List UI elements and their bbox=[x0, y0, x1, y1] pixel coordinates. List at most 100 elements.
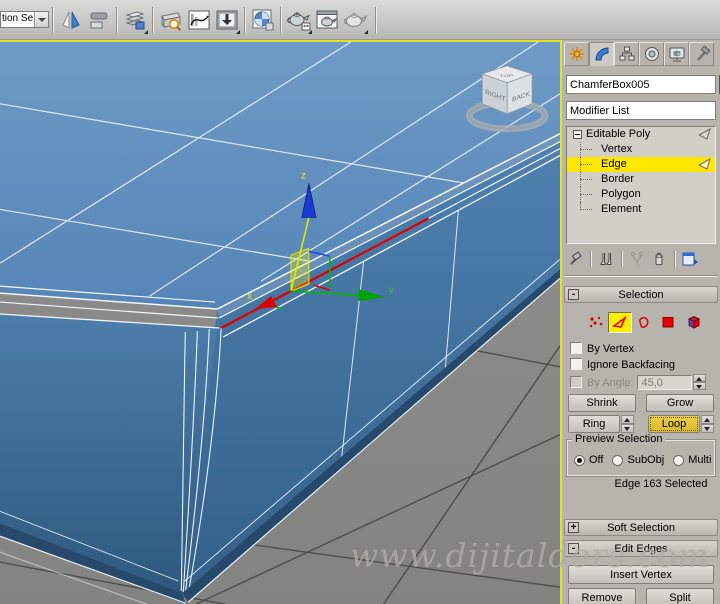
pin-stack-button[interactable] bbox=[564, 249, 586, 269]
radio-multi[interactable] bbox=[673, 454, 685, 466]
3dsmax-window: { "toolbar": { "selection_set_value": "t… bbox=[0, 0, 720, 604]
toolbox-magnifier-icon bbox=[161, 11, 182, 31]
remove-button[interactable]: Remove bbox=[568, 588, 636, 604]
border-mode-button[interactable] bbox=[632, 312, 656, 333]
toolbar-separator bbox=[590, 251, 591, 267]
grow-button[interactable]: Grow bbox=[646, 394, 714, 412]
rendered-frame-window-button[interactable] bbox=[313, 5, 341, 35]
loop-spinner[interactable] bbox=[701, 415, 714, 433]
make-unique-icon bbox=[630, 251, 644, 265]
tab-utilities[interactable] bbox=[689, 42, 714, 66]
perspective-viewport[interactable]: z x y TOP RIGHT BACK bbox=[0, 40, 562, 604]
render-production-button[interactable] bbox=[341, 5, 369, 35]
curve-editor-button[interactable] bbox=[185, 5, 213, 35]
preview-off-option[interactable]: Off bbox=[574, 454, 603, 466]
vertex-mode-button[interactable] bbox=[584, 312, 608, 333]
stack-row-edge[interactable]: Edge bbox=[567, 157, 715, 172]
by-vertex-row: By Vertex bbox=[570, 341, 720, 355]
modifier-stack: Editable Poly Vertex Edge Border Polygon… bbox=[566, 126, 716, 244]
gizmo-x-label: x bbox=[247, 291, 252, 302]
toolbar-separator bbox=[280, 6, 282, 33]
selection-rollout-header[interactable]: - Selection bbox=[564, 286, 718, 303]
main-toolbar: tion Se bbox=[0, 0, 720, 40]
modifier-list-label: Modifier List bbox=[570, 104, 630, 117]
preview-subobj-option[interactable]: SubObj bbox=[612, 454, 664, 466]
curve-editor-icon bbox=[188, 10, 210, 29]
graphite-tools-button[interactable] bbox=[157, 5, 185, 35]
material-editor-button[interactable] bbox=[249, 5, 277, 35]
panel-divider bbox=[564, 275, 718, 277]
layer-manager-button[interactable] bbox=[121, 5, 149, 35]
subobject-mode-row bbox=[584, 310, 720, 334]
remove-modifier-icon bbox=[655, 252, 663, 266]
shrink-button[interactable]: Shrink bbox=[568, 394, 636, 412]
tab-hierarchy[interactable] bbox=[614, 42, 639, 66]
stack-row-polygon[interactable]: Polygon bbox=[567, 187, 715, 202]
ring-button[interactable]: Ring bbox=[568, 415, 620, 433]
gizmo-z-label: z bbox=[301, 171, 306, 182]
create-icon bbox=[569, 47, 584, 61]
edge-mode-button[interactable] bbox=[608, 311, 632, 333]
show-end-result-icon bbox=[600, 253, 612, 265]
selection-set-value: tion Se bbox=[1, 12, 34, 27]
viewcube-top-label: TOP bbox=[499, 74, 513, 78]
stack-row-element[interactable]: Element bbox=[567, 202, 715, 217]
gizmo-y-label: y bbox=[389, 285, 394, 296]
preview-selection-group: Preview Selection Off SubObj Multi bbox=[566, 433, 716, 477]
mirror-button[interactable] bbox=[57, 5, 85, 35]
remove-modifier-button[interactable] bbox=[648, 249, 670, 269]
render-setup-button[interactable] bbox=[285, 5, 313, 35]
soft-selection-rollout-header[interactable]: + Soft Selection bbox=[564, 519, 718, 536]
schematic-view-button[interactable] bbox=[213, 5, 241, 35]
tab-display[interactable] bbox=[664, 42, 689, 66]
chevron-down-icon[interactable] bbox=[34, 12, 48, 27]
stack-row-border[interactable]: Border bbox=[567, 172, 715, 187]
collapse-minus-icon[interactable] bbox=[573, 130, 582, 139]
ignore-backfacing-checkbox[interactable] bbox=[570, 358, 582, 370]
radio-off[interactable] bbox=[574, 454, 585, 466]
edit-edges-rollout-header[interactable]: - Edit Edges bbox=[564, 540, 718, 557]
display-icon bbox=[669, 47, 684, 62]
modifier-list-dropdown[interactable]: Modifier List bbox=[566, 101, 716, 120]
pin-stack-icon bbox=[570, 251, 582, 265]
by-angle-value-field[interactable]: 45,0 bbox=[637, 374, 693, 390]
tab-modify[interactable] bbox=[589, 42, 614, 66]
loop-button[interactable]: Loop bbox=[648, 415, 700, 433]
toolbar-separator bbox=[674, 251, 675, 267]
rendered-frame-window-icon bbox=[316, 10, 338, 28]
material-editor-icon bbox=[252, 9, 274, 30]
by-vertex-checkbox[interactable] bbox=[570, 342, 582, 354]
element-mode-button[interactable] bbox=[680, 312, 704, 333]
toolbar-separator bbox=[116, 6, 118, 33]
show-end-result-button[interactable] bbox=[595, 249, 617, 269]
tab-motion[interactable] bbox=[639, 42, 664, 66]
by-angle-spinner[interactable] bbox=[693, 374, 707, 390]
tab-create[interactable] bbox=[564, 42, 589, 66]
stack-row-vertex[interactable]: Vertex bbox=[567, 142, 715, 157]
toolbar-separator bbox=[152, 6, 154, 33]
render-setup-teapot-icon bbox=[287, 11, 311, 30]
configure-modifier-sets-button[interactable] bbox=[679, 249, 701, 269]
polygon-mode-button[interactable] bbox=[656, 312, 680, 333]
collapse-icon[interactable]: - bbox=[568, 543, 579, 554]
command-panel: Modifier List Editable Poly Vertex Edge … bbox=[562, 40, 720, 604]
radio-subobj[interactable] bbox=[612, 454, 624, 466]
align-button[interactable] bbox=[85, 5, 113, 35]
polygon-icon bbox=[662, 317, 674, 328]
toolbar-separator bbox=[244, 6, 246, 33]
object-name-field[interactable] bbox=[566, 75, 716, 94]
collapse-icon[interactable]: - bbox=[568, 289, 579, 300]
named-selection-set-dropdown[interactable]: tion Se bbox=[0, 11, 49, 28]
toolbar-separator bbox=[621, 251, 622, 267]
insert-vertex-button[interactable]: Insert Vertex bbox=[568, 565, 714, 584]
ring-spinner[interactable] bbox=[621, 415, 634, 433]
make-unique-button[interactable] bbox=[626, 249, 648, 269]
expand-icon[interactable]: + bbox=[568, 522, 579, 533]
split-button[interactable]: Split bbox=[646, 588, 714, 604]
preview-selection-legend: Preview Selection bbox=[572, 433, 666, 445]
by-angle-checkbox[interactable] bbox=[570, 376, 582, 388]
hierarchy-icon bbox=[619, 46, 634, 61]
schematic-view-icon bbox=[216, 10, 238, 29]
stack-row-editable-poly[interactable]: Editable Poly bbox=[567, 127, 715, 142]
preview-multi-option[interactable]: Multi bbox=[673, 454, 711, 466]
